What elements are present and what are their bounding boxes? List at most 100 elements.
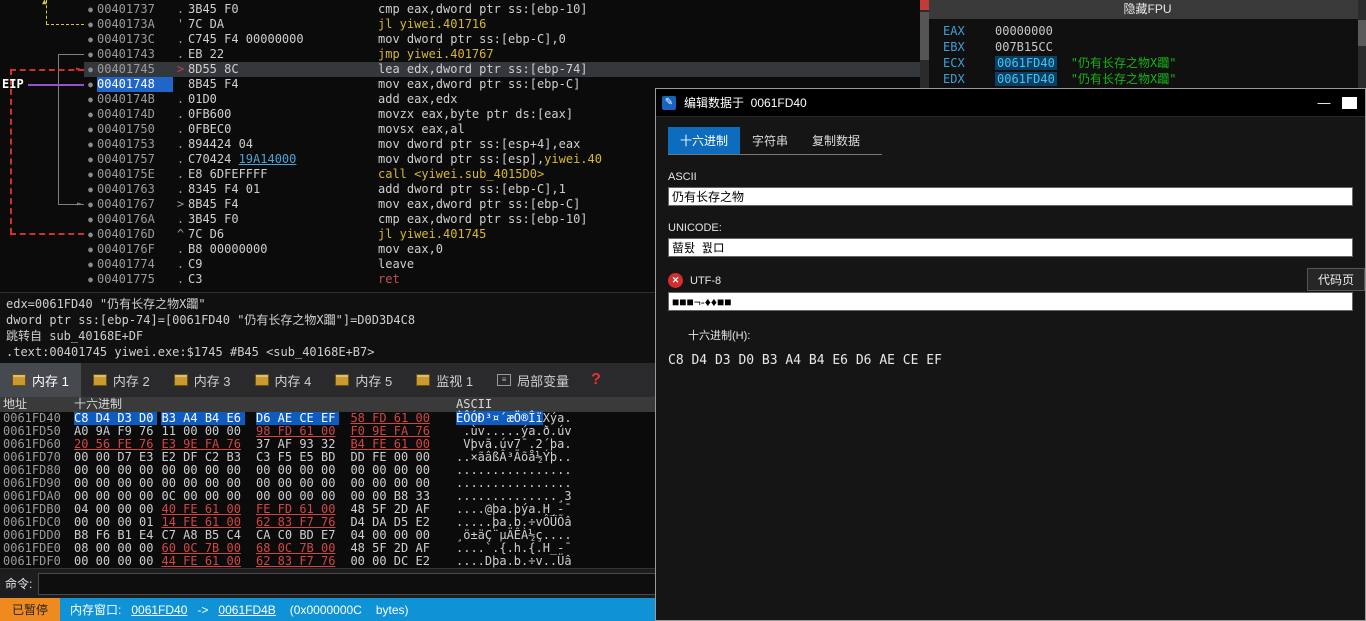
scrollbar-thumb[interactable] (1358, 20, 1366, 46)
bottom-tab[interactable]: 内存 4 (243, 363, 324, 397)
disasm-instruction: add dword ptr ss:[ebp-C],1 (378, 182, 566, 197)
disasm-row[interactable]: ●00401745>8D55 8Clea edx,dword ptr ss:[e… (0, 62, 920, 77)
hex-value: C8 D4 D3 D0 B3 A4 B4 E6 D6 AE CE EF (668, 353, 1353, 368)
registers-scrollbar[interactable] (1358, 0, 1366, 88)
dump-address: 0061FDF0 (0, 555, 74, 568)
breakpoint-dot[interactable]: ● (84, 77, 97, 92)
bottom-tab[interactable]: 内存 5 (323, 363, 404, 397)
memory-icon (12, 374, 26, 386)
breakpoint-dot[interactable]: ● (84, 92, 97, 107)
size-text: (0x0000000C (290, 603, 362, 617)
unicode-input[interactable] (668, 238, 1353, 257)
disasm-bytes: C70424 19A14000 (188, 152, 378, 167)
help-icon[interactable]: ? (591, 371, 601, 389)
flow-mark: . (173, 107, 188, 122)
disasm-instruction: movzx eax,byte ptr ds:[eax] (378, 107, 573, 122)
flow-mark: > (173, 62, 188, 77)
close-button[interactable] (1342, 97, 1357, 109)
breakpoint-dot[interactable]: ● (84, 32, 97, 47)
command-label: 命令: (5, 575, 32, 592)
breakpoint-dot[interactable]: ● (84, 182, 97, 197)
memory-from-link[interactable]: 0061FD40 (131, 603, 187, 617)
bottom-tab[interactable]: ≡ 局部变量 (485, 363, 581, 397)
disasm-address: 0040176D (97, 227, 173, 242)
disasm-address: 00401743 (97, 47, 173, 62)
flow-mark: . (173, 257, 188, 272)
breakpoint-dot[interactable]: ● (84, 107, 97, 122)
error-icon: ✕ (668, 273, 683, 288)
register-row[interactable]: EDX0061FD40"仍有长存之物X躢" (943, 71, 1366, 87)
disasm-instruction: cmp eax,dword ptr ss:[ebp-10] (378, 212, 588, 227)
disasm-address: 0040176F (97, 242, 173, 257)
breakpoint-dot[interactable]: ● (84, 197, 97, 212)
scrollbar-thumb[interactable] (920, 12, 929, 60)
dialog-icon: ✎ (662, 96, 676, 110)
dialog-tab[interactable]: 复制数据 (800, 127, 872, 154)
disasm-bytes: 3B45 F0 (188, 212, 378, 227)
unicode-label: UNICODE: (668, 222, 1353, 234)
disasm-row[interactable]: ●0040173C.C745 F4 00000000mov dword ptr … (0, 32, 920, 47)
disasm-bytes: 8B45 F4 (188, 77, 378, 92)
disasm-instruction: call <yiwei.sub_4015D0> (378, 167, 544, 182)
dump-hex-group: 62 83 F7 76 (256, 555, 335, 568)
bottom-tab[interactable]: 内存 3 (162, 363, 243, 397)
disasm-instruction: mov eax,dword ptr ss:[ebp-C] (378, 77, 580, 92)
flow-mark: . (173, 92, 188, 107)
scrollbar-up-button[interactable] (920, 0, 929, 10)
breakpoint-dot[interactable]: ● (84, 137, 97, 152)
ascii-input[interactable] (668, 187, 1353, 206)
register-row[interactable]: EBX007B15CC (943, 39, 1366, 55)
codepage-button[interactable]: 代码页 (1307, 268, 1365, 291)
disasm-instruction: lea edx,dword ptr ss:[ebp-74] (378, 62, 588, 77)
memory-icon (335, 374, 349, 386)
breakpoint-dot[interactable]: ● (84, 47, 97, 62)
tab-label: 局部变量 (517, 371, 569, 390)
breakpoint-dot[interactable]: ● (84, 122, 97, 137)
register-row[interactable]: ECX0061FD40"仍有长存之物X躢" (943, 55, 1366, 71)
disasm-bytes: 8D55 8C (188, 62, 378, 77)
breakpoint-dot[interactable]: ● (84, 2, 97, 17)
disasm-row[interactable]: ●00401743.EB 22jmp yiwei.401767 (0, 47, 920, 62)
dialog-tab[interactable]: 字符串 (740, 127, 800, 154)
disasm-instruction: mov eax,0 (378, 242, 443, 257)
disasm-instruction: jl yiwei.401745 (378, 227, 486, 242)
breakpoint-dot[interactable]: ● (84, 62, 97, 77)
flow-mark: . (173, 122, 188, 137)
breakpoint-dot[interactable]: ● (84, 272, 97, 287)
tab-label: 内存 3 (194, 371, 231, 390)
breakpoint-dot[interactable]: ● (84, 17, 97, 32)
register-name: EAX (943, 23, 995, 39)
disasm-bytes: 8B45 F4 (188, 197, 378, 212)
utf8-input[interactable] (668, 292, 1353, 311)
flow-mark: . (173, 2, 188, 17)
bottom-tab[interactable]: 内存 2 (81, 363, 162, 397)
disasm-row[interactable]: ●0040173A'7C DAjl yiwei.401716 (0, 17, 920, 32)
breakpoint-dot[interactable]: ● (84, 227, 97, 242)
dialog-tab[interactable]: 十六进制 (668, 127, 740, 154)
breakpoint-dot[interactable]: ● (84, 152, 97, 167)
hide-fpu-button[interactable]: 隐藏FPU (929, 0, 1366, 19)
locals-icon: ≡ (497, 374, 511, 386)
register-row[interactable]: EAX00000000 (943, 23, 1366, 39)
disasm-address: 00401763 (97, 182, 173, 197)
breakpoint-dot[interactable]: ● (84, 257, 97, 272)
minimize-button[interactable]: — (1306, 95, 1342, 110)
breakpoint-dot[interactable]: ● (84, 212, 97, 227)
breakpoint-dot[interactable]: ● (84, 242, 97, 257)
memory-to-link[interactable]: 0061FD4B (218, 603, 275, 617)
arrow-text: -> (197, 603, 208, 617)
registers-pane: 隐藏FPU EAX00000000EBX007B15CCECX0061FD40"… (929, 0, 1366, 88)
flow-mark: . (173, 32, 188, 47)
breakpoint-dot[interactable]: ● (84, 167, 97, 182)
bottom-tab[interactable]: 监视 1 (404, 363, 485, 397)
flow-mark: . (173, 212, 188, 227)
disasm-bytes: 894424 04 (188, 137, 378, 152)
flow-mark: . (173, 137, 188, 152)
dialog-titlebar[interactable]: ✎ 编辑数据于 0061FD40 — (656, 89, 1365, 117)
disasm-bytes: 7C DA (188, 17, 378, 32)
disasm-address: 00401753 (97, 137, 173, 152)
memory-icon (255, 374, 269, 386)
disasm-address: 00401767 (97, 197, 173, 212)
bottom-tab[interactable]: 内存 1 (0, 363, 81, 397)
disasm-row[interactable]: ●00401737.3B45 F0cmp eax,dword ptr ss:[e… (0, 2, 920, 17)
